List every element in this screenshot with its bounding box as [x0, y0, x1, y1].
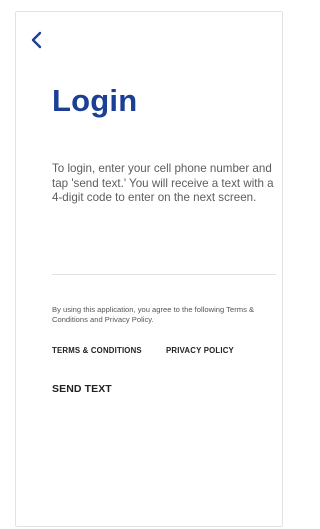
app-screen: Login To login, enter your cell phone nu… — [15, 11, 283, 527]
page-title: Login — [52, 83, 138, 118]
send-text-button[interactable]: SEND TEXT — [52, 383, 112, 395]
chevron-left-icon — [31, 31, 42, 49]
terms-link[interactable]: TERMS & CONDITIONS — [52, 346, 142, 355]
privacy-policy-link[interactable]: PRIVACY POLICY — [166, 346, 234, 355]
phone-number-input[interactable] — [52, 252, 276, 275]
agreement-text: By using this application, you agree to … — [52, 305, 255, 324]
back-button[interactable] — [29, 29, 45, 51]
login-instructions: To login, enter your cell phone number a… — [52, 162, 274, 204]
